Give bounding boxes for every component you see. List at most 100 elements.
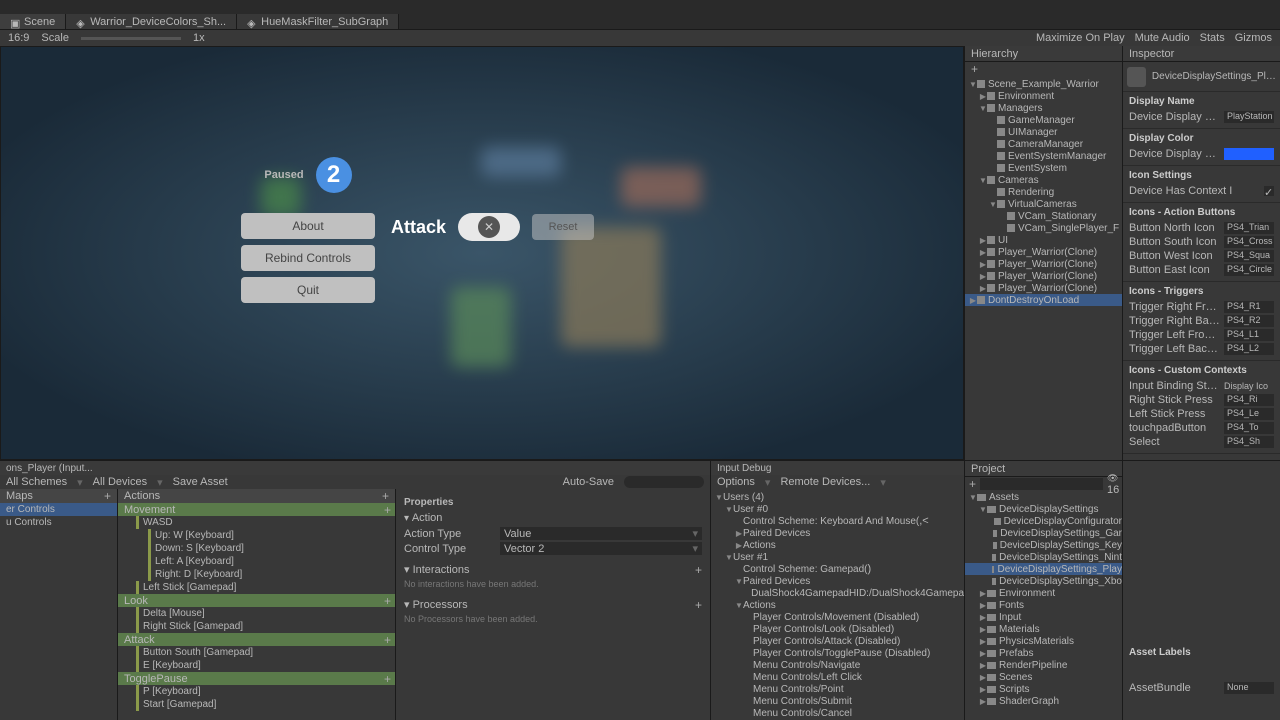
debug-tree-item[interactable]: Player Controls/Attack (Disabled) bbox=[711, 635, 964, 647]
hierarchy-item[interactable]: ▶DontDestroyOnLoad bbox=[965, 294, 1122, 306]
inspector-field[interactable]: Device Has Context I✓ bbox=[1129, 184, 1274, 198]
add-processor-button[interactable]: + bbox=[695, 598, 702, 612]
inspector-field[interactable]: Right Stick PressPS4_Ri bbox=[1129, 393, 1274, 407]
action-map-item[interactable]: u Controls bbox=[0, 516, 117, 529]
inspector-field[interactable]: Device Display NamePlayStation 4 bbox=[1129, 110, 1274, 124]
binding-item[interactable]: Right Stick [Gamepad] bbox=[118, 620, 395, 633]
devices-dropdown[interactable]: All Devices bbox=[93, 476, 147, 488]
add-map-button[interactable]: + bbox=[104, 489, 111, 503]
debug-tree-item[interactable]: Player Controls/TogglePause (Disabled) bbox=[711, 647, 964, 659]
hierarchy-item[interactable]: UIManager bbox=[965, 126, 1122, 138]
project-item[interactable]: ▶RenderPipeline bbox=[965, 659, 1122, 671]
debug-tree-item[interactable]: Player Controls/Look (Disabled) bbox=[711, 623, 964, 635]
binding-item[interactable]: WASD bbox=[118, 516, 395, 529]
schemes-dropdown[interactable]: All Schemes bbox=[6, 476, 67, 488]
rebind-button[interactable]: Rebind Controls bbox=[241, 245, 375, 271]
debug-tree-item[interactable]: ▶Actions bbox=[711, 539, 964, 551]
action-item[interactable]: Movement+ bbox=[118, 503, 395, 516]
project-tree[interactable]: ▼Assets▼DeviceDisplaySettings DeviceDispl… bbox=[965, 491, 1122, 720]
processors-section[interactable]: ▾ Processors+ bbox=[404, 597, 702, 612]
debug-tree-item[interactable]: Menu Controls/Submit bbox=[711, 695, 964, 707]
debug-tree-item[interactable]: Control Scheme: Keyboard And Mouse(,< bbox=[711, 515, 964, 527]
inspector-field[interactable]: Trigger Right Front IcPS4_R1 bbox=[1129, 300, 1274, 314]
hierarchy-item[interactable]: VCam_SinglePlayer_F bbox=[965, 222, 1122, 234]
project-item[interactable]: ▶Environment bbox=[965, 587, 1122, 599]
tab-subgraph[interactable]: ◈HueMaskFilter_SubGraph bbox=[237, 14, 399, 29]
hierarchy-item[interactable]: ▶Player_Warrior(Clone) bbox=[965, 282, 1122, 294]
stats-toggle[interactable]: Stats bbox=[1200, 32, 1225, 44]
gizmos-dropdown[interactable]: Gizmos bbox=[1235, 32, 1272, 44]
aspect-dropdown[interactable]: 16:9 bbox=[8, 32, 29, 44]
project-item[interactable]: DeviceDisplaySettings_Play bbox=[965, 563, 1122, 575]
maximize-toggle[interactable]: Maximize On Play bbox=[1036, 32, 1125, 44]
hierarchy-item[interactable]: EventSystem bbox=[965, 162, 1122, 174]
hierarchy-tree[interactable]: ▼Scene_Example_Warrior▶Environment▼Manag… bbox=[965, 76, 1122, 460]
about-button[interactable]: About bbox=[241, 213, 375, 239]
debug-tree-item[interactable]: Menu Controls/Point bbox=[711, 683, 964, 695]
autosave-toggle[interactable]: Auto-Save bbox=[563, 476, 614, 488]
inspector-field[interactable]: SelectPS4_Sh bbox=[1129, 435, 1274, 449]
project-item[interactable]: DeviceDisplaySettings_Nint bbox=[965, 551, 1122, 563]
project-item[interactable]: ▶Prefabs bbox=[965, 647, 1122, 659]
project-item[interactable]: ▶Scripts bbox=[965, 683, 1122, 695]
hierarchy-item[interactable]: ▶Player_Warrior(Clone) bbox=[965, 246, 1122, 258]
hierarchy-item[interactable]: ▶Player_Warrior(Clone) bbox=[965, 258, 1122, 270]
hierarchy-item[interactable]: ▶Player_Warrior(Clone) bbox=[965, 270, 1122, 282]
project-add-button[interactable]: + bbox=[969, 477, 976, 491]
debug-tree-item[interactable]: ▼User #1 bbox=[711, 551, 964, 563]
hierarchy-item[interactable]: ▶UI bbox=[965, 234, 1122, 246]
action-map-item[interactable]: er Controls bbox=[0, 503, 117, 516]
binding-item[interactable]: P [Keyboard] bbox=[118, 685, 395, 698]
property-row[interactable]: Action TypeValue▾ bbox=[404, 526, 702, 541]
debug-tree-item[interactable]: DualShock4GamepadHID:/DualShock4Gamepa bbox=[711, 587, 964, 599]
debug-tree-item[interactable]: ▼Paired Devices bbox=[711, 575, 964, 587]
inspector-field[interactable]: Button South IconPS4_Cross bbox=[1129, 235, 1274, 249]
remote-devices-dropdown[interactable]: Remote Devices... bbox=[780, 476, 870, 488]
inspector-field[interactable]: Trigger Left Back IcoPS4_L2 bbox=[1129, 342, 1274, 356]
save-asset-button[interactable]: Save Asset bbox=[173, 476, 228, 488]
interactions-section[interactable]: ▾ Interactions+ bbox=[404, 562, 702, 577]
tab-scene[interactable]: ▣Scene bbox=[0, 14, 66, 29]
binding-item[interactable]: Left Stick [Gamepad] bbox=[118, 581, 395, 594]
hierarchy-item[interactable]: ▼Cameras bbox=[965, 174, 1122, 186]
inspector-field[interactable]: touchpadButtonPS4_To bbox=[1129, 421, 1274, 435]
inspector-field[interactable]: Button East IconPS4_Circle bbox=[1129, 263, 1274, 277]
project-search[interactable] bbox=[980, 478, 1103, 490]
action-section[interactable]: ▾ Action bbox=[404, 512, 702, 524]
debug-tree-item[interactable]: ▼User #0 bbox=[711, 503, 964, 515]
project-item[interactable]: ▼Assets bbox=[965, 491, 1122, 503]
search-input[interactable] bbox=[624, 476, 704, 488]
debug-tree-item[interactable]: ▼Actions bbox=[711, 599, 964, 611]
binding-item[interactable]: Up: W [Keyboard] bbox=[118, 529, 395, 542]
hierarchy-item[interactable]: ▶Environment bbox=[965, 90, 1122, 102]
action-item[interactable]: TogglePause+ bbox=[118, 672, 395, 685]
tab-shader[interactable]: ◈Warrior_DeviceColors_Sh... bbox=[66, 14, 237, 29]
hierarchy-item[interactable]: ▼Managers bbox=[965, 102, 1122, 114]
hierarchy-item[interactable]: Rendering bbox=[965, 186, 1122, 198]
inspector-field[interactable]: Trigger Left Front IcoPS4_L1 bbox=[1129, 328, 1274, 342]
binding-item[interactable]: Button South [Gamepad] bbox=[118, 646, 395, 659]
binding-item[interactable]: Right: D [Keyboard] bbox=[118, 568, 395, 581]
project-item[interactable]: ▼DeviceDisplaySettings bbox=[965, 503, 1122, 515]
project-item[interactable]: ▶Fonts bbox=[965, 599, 1122, 611]
debug-tree[interactable]: ▼Users (4)▼User #0Control Scheme: Keyboa… bbox=[711, 489, 964, 720]
binding-item[interactable]: Down: S [Keyboard] bbox=[118, 542, 395, 555]
project-item[interactable]: DeviceDisplaySettings_Xbo bbox=[965, 575, 1122, 587]
project-item[interactable]: ▶Scenes bbox=[965, 671, 1122, 683]
game-view[interactable]: Paused 2 About Rebind Controls Quit Atta… bbox=[0, 46, 964, 460]
binding-item[interactable]: Delta [Mouse] bbox=[118, 607, 395, 620]
add-action-button[interactable]: + bbox=[382, 489, 389, 503]
hierarchy-item[interactable]: ▼Scene_Example_Warrior bbox=[965, 78, 1122, 90]
debug-tree-item[interactable]: Menu Controls/Left Click bbox=[711, 671, 964, 683]
debug-tree-item[interactable]: Menu Controls/Cancel bbox=[711, 707, 964, 719]
hierarchy-item[interactable]: VCam_Stationary bbox=[965, 210, 1122, 222]
hierarchy-item[interactable]: CameraManager bbox=[965, 138, 1122, 150]
hierarchy-item[interactable]: EventSystemManager bbox=[965, 150, 1122, 162]
debug-tree-item[interactable]: ▶Paired Devices bbox=[711, 527, 964, 539]
project-item[interactable]: ▶PhysicsMaterials bbox=[965, 635, 1122, 647]
inspector-field[interactable]: Left Stick PressPS4_Le bbox=[1129, 407, 1274, 421]
inspector-field[interactable]: Button West IconPS4_Squa bbox=[1129, 249, 1274, 263]
debug-tree-item[interactable]: ▼Users (4) bbox=[711, 491, 964, 503]
rebind-capsule[interactable]: ✕ bbox=[458, 213, 520, 241]
action-item[interactable]: Attack+ bbox=[118, 633, 395, 646]
